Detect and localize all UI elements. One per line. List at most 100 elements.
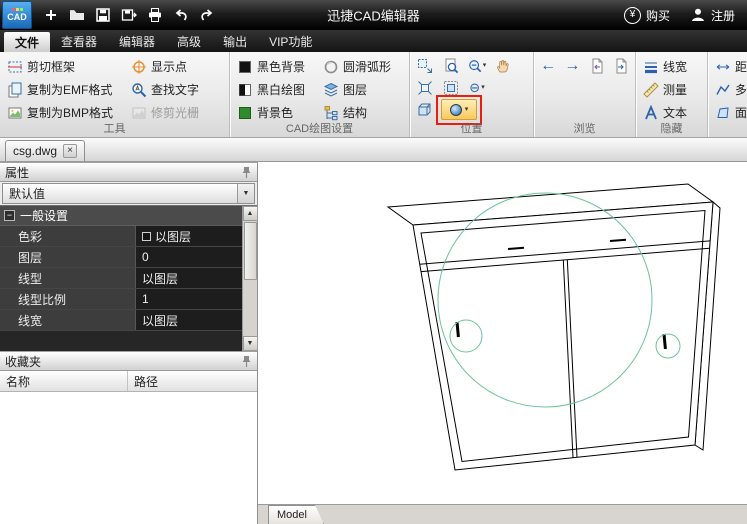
column-header-path[interactable]: 路径 [128, 371, 257, 391]
menu-advanced[interactable]: 高级 [166, 30, 212, 52]
value-text: 以图层 [142, 312, 178, 329]
logo-decoration [12, 8, 23, 11]
measure-button[interactable]: 测量 [639, 78, 704, 101]
collapse-icon[interactable]: − [4, 210, 15, 221]
ribbon-group-measure-partial: 距 多 面 [708, 52, 747, 137]
zoom-page-button[interactable] [439, 55, 463, 76]
circled-minus-icon: ⊖ [469, 81, 480, 94]
next-view-button[interactable] [610, 55, 632, 76]
measure-polyline-button[interactable]: 多 [711, 78, 744, 101]
previous-view-icon [589, 58, 605, 74]
layers-icon [323, 82, 339, 98]
property-value[interactable]: 以图层 [136, 268, 242, 288]
dropdown-button[interactable]: ▼ [237, 184, 254, 203]
zoom-selection-button[interactable] [439, 77, 463, 98]
property-value[interactable]: 以图层 [136, 226, 242, 246]
find-text-button[interactable]: 查找文字 [127, 78, 203, 101]
zoom-window-button[interactable] [413, 55, 437, 76]
scroll-down-icon[interactable]: ▼ [243, 336, 258, 351]
property-value[interactable]: 0 [136, 247, 242, 267]
bw-drawing-icon [237, 82, 253, 98]
print-button[interactable] [142, 3, 168, 27]
model-tab[interactable]: Model [268, 505, 324, 524]
cad-drawing [258, 162, 747, 504]
show-points-icon [131, 59, 147, 75]
open-file-button[interactable] [64, 3, 90, 27]
button-label: 线宽 [663, 58, 687, 75]
scroll-up-icon[interactable]: ▲ [243, 206, 258, 221]
property-row[interactable]: 线型 以图层 [0, 268, 242, 289]
logo-text: CAD [7, 13, 27, 22]
previous-view-button[interactable] [586, 55, 608, 76]
register-button[interactable]: 注册 [680, 0, 745, 30]
zoom-extents-button[interactable] [413, 77, 437, 98]
person-icon [690, 7, 706, 23]
wipeout-icon [450, 104, 462, 116]
group-title-browse: 浏览 [534, 120, 635, 136]
properties-title: 属性 [5, 164, 29, 181]
menu-file[interactable]: 文件 [4, 32, 50, 52]
wipeout-dropdown-button[interactable]: ▾ [441, 99, 477, 120]
bw-drawing-button[interactable]: 黑白绘图 [233, 78, 309, 101]
redo-button[interactable] [194, 3, 220, 27]
save-button[interactable] [90, 3, 116, 27]
column-header-name[interactable]: 名称 [0, 371, 128, 391]
title-bar: CAD 迅捷CAD编辑器 ¥ 购买 [0, 0, 747, 30]
forward-button[interactable]: → [561, 55, 583, 76]
property-value[interactable]: 1 [136, 289, 242, 309]
button-label: 黑色背景 [257, 58, 305, 75]
show-points-button[interactable]: 显示点 [127, 55, 203, 78]
copy-emf-button[interactable]: 复制为EMF格式 [3, 78, 117, 101]
value-text: 0 [142, 250, 149, 264]
zoom-out-dropdown-button[interactable]: ▾ [465, 55, 489, 76]
button-label: 黑白绘图 [257, 81, 305, 98]
menu-editor[interactable]: 编辑器 [108, 30, 166, 52]
menu-vip[interactable]: VIP功能 [258, 30, 323, 52]
pan-button[interactable] [491, 55, 515, 76]
yen-icon: ¥ [624, 7, 641, 24]
document-tab[interactable]: csg.dwg × [5, 140, 85, 161]
undo-button[interactable] [168, 3, 194, 27]
layers-button[interactable]: 图层 [319, 78, 395, 101]
menu-viewer[interactable]: 查看器 [50, 30, 108, 52]
property-row[interactable]: 色彩 以图层 [0, 226, 242, 247]
tab-close-icon[interactable]: × [63, 144, 77, 158]
distance-icon [715, 59, 731, 75]
pin-icon[interactable] [241, 166, 252, 179]
pan-hand-icon [495, 58, 511, 74]
save-as-button[interactable] [116, 3, 142, 27]
ribbon-group-browse: ← → 浏览 [534, 52, 636, 137]
measure-distance-button[interactable]: 距 [711, 55, 744, 78]
buy-button[interactable]: ¥ 购买 [614, 0, 680, 30]
zoom-minus-dropdown-button[interactable]: ⊖ ▾ [465, 77, 489, 98]
next-view-icon [613, 58, 629, 74]
button-label: 测量 [663, 81, 687, 98]
smooth-arc-button[interactable]: 圆滑弧形 [319, 55, 395, 78]
scroll-thumb[interactable] [244, 222, 257, 280]
property-row[interactable]: 线宽 以图层 [0, 310, 242, 331]
property-section-header[interactable]: − 一般设置 [0, 206, 242, 226]
back-button[interactable]: ← [537, 55, 559, 76]
trim-raster-icon [131, 105, 147, 121]
drawing-canvas[interactable]: Model [258, 162, 747, 524]
button-label: 显示点 [151, 58, 187, 75]
new-file-button[interactable] [38, 3, 64, 27]
polyline-icon [715, 82, 731, 98]
color-swatch [142, 232, 151, 241]
cut-frame-button[interactable]: 剪切框架 [3, 55, 117, 78]
menu-output[interactable]: 输出 [212, 30, 258, 52]
text-a-icon [643, 105, 659, 121]
property-row[interactable]: 线型比例 1 [0, 289, 242, 310]
line-width-button[interactable]: 线宽 [639, 55, 704, 78]
property-value[interactable]: 以图层 [136, 310, 242, 330]
black-background-button[interactable]: 黑色背景 [233, 55, 309, 78]
property-row[interactable]: 图层 0 [0, 247, 242, 268]
highlighted-tool-wrapper: ▾ [441, 99, 477, 120]
measure-area-button[interactable]: 面 [711, 101, 744, 124]
scrollbar[interactable]: ▲ ▼ [242, 206, 257, 351]
view-3d-button[interactable] [413, 99, 437, 120]
pin-icon[interactable] [241, 355, 252, 368]
left-panel: 属性 默认值 ▼ − 一般设置 色彩 以图层 [0, 162, 258, 524]
chevron-down-icon: ▾ [465, 106, 469, 113]
preset-dropdown[interactable]: 默认值 ▼ [2, 183, 255, 204]
